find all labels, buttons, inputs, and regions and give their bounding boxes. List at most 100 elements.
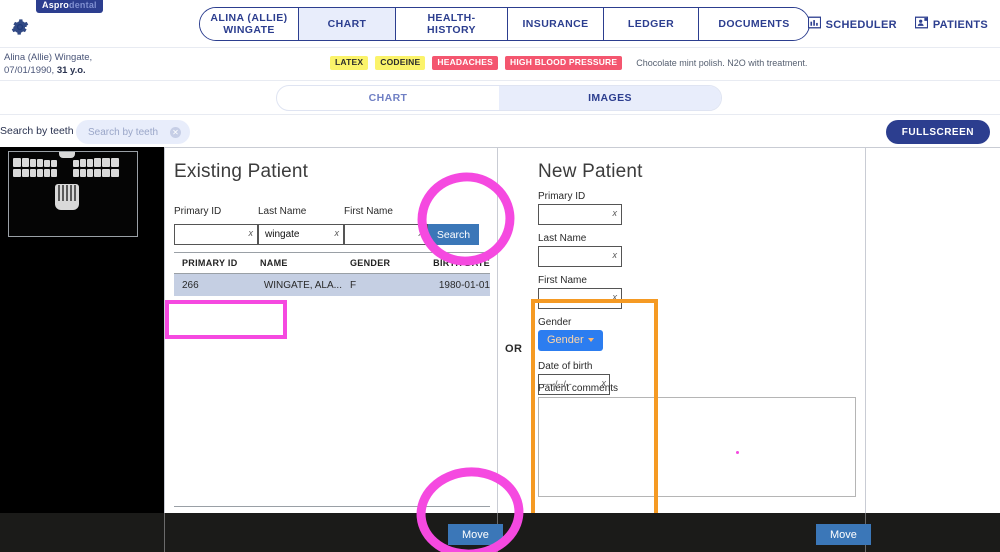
new-last-name-field-wrap[interactable]: x bbox=[538, 246, 622, 267]
tab-insurance[interactable]: INSURANCE bbox=[508, 8, 604, 40]
subtab-chart[interactable]: CHART bbox=[277, 86, 499, 110]
new-primary-id-group: Primary ID x bbox=[538, 191, 848, 225]
search-button[interactable]: Search bbox=[428, 224, 479, 245]
gender-group: Gender Gender bbox=[538, 317, 848, 351]
gender-dropdown-label: Gender bbox=[547, 334, 584, 346]
patient-age: 31 y.o. bbox=[56, 64, 86, 76]
patient-results-table: PRIMARY ID NAME GENDER BIRTH DATE 266 WI… bbox=[174, 252, 490, 296]
badge-headaches: HEADACHES bbox=[432, 56, 499, 70]
alert-badges: LATEX CODEINE HEADACHES HIGH BLOOD PRESS… bbox=[330, 56, 807, 70]
fullscreen-button[interactable]: FULLSCREEN bbox=[885, 120, 990, 144]
clear-icon[interactable]: x bbox=[613, 251, 618, 260]
scheduler-label: SCHEDULER bbox=[825, 19, 897, 31]
new-patient-title: New Patient bbox=[538, 161, 643, 182]
tab-chart[interactable]: CHART bbox=[299, 8, 396, 40]
clear-icon[interactable]: x bbox=[613, 293, 618, 302]
top-navigation-bar: Asprodental ALINA (ALLIE) WINGATE CHART … bbox=[0, 0, 1000, 48]
existing-panel-bottom-rule bbox=[174, 506, 490, 507]
first-name-field-wrap[interactable]: x bbox=[344, 224, 428, 245]
patient-dob: 07/01/1990, bbox=[4, 64, 57, 76]
or-divider-label: OR bbox=[505, 343, 523, 355]
new-last-name-group: Last Name x bbox=[538, 233, 848, 267]
existing-patient-section: Existing Patient Primary ID Last Name Fi… bbox=[174, 161, 490, 245]
gender-dropdown-button[interactable]: Gender bbox=[538, 330, 603, 351]
chevron-down-icon bbox=[587, 338, 594, 343]
primary-id-field-wrap[interactable]: x bbox=[174, 224, 258, 245]
top-right-actions: SCHEDULER PATIENTS bbox=[807, 16, 988, 34]
panel-divider-middle bbox=[497, 147, 498, 513]
column-birth-date: BIRTH DATE bbox=[433, 258, 490, 268]
logo-text-light: dental bbox=[69, 0, 97, 10]
xray-thumbnail[interactable] bbox=[8, 151, 138, 237]
column-primary-id: PRIMARY ID bbox=[182, 258, 238, 268]
patient-note: Chocolate mint polish. N2O with treatmen… bbox=[636, 57, 808, 68]
badge-codeine: CODEINE bbox=[375, 56, 426, 70]
new-last-name-label: Last Name bbox=[538, 233, 587, 244]
search-by-teeth-label: Search by teeth bbox=[0, 125, 74, 137]
subtab-divider bbox=[0, 114, 1000, 115]
primary-id-label: Primary ID bbox=[174, 206, 222, 217]
imaging-panel[interactable] bbox=[0, 147, 164, 513]
scheduler-button[interactable]: SCHEDULER bbox=[807, 16, 897, 34]
subtab-images[interactable]: IMAGES bbox=[499, 86, 721, 110]
cell-primary-id: 266 bbox=[182, 279, 199, 291]
tab-documents[interactable]: DOCUMENTS bbox=[699, 8, 809, 40]
bottom-divider-left bbox=[164, 513, 165, 552]
main-tab-bar: ALINA (ALLIE) WINGATE CHART HEALTH-HISTO… bbox=[199, 7, 810, 41]
tab-patient-name[interactable]: ALINA (ALLIE) WINGATE bbox=[200, 8, 299, 40]
table-row[interactable]: 266 WINGATE, ALA... F 1980-01-01 bbox=[174, 274, 490, 296]
tab-ledger[interactable]: LEDGER bbox=[604, 8, 699, 40]
search-input[interactable] bbox=[86, 120, 166, 144]
new-first-name-input[interactable] bbox=[543, 289, 605, 308]
last-name-field-wrap[interactable]: x bbox=[258, 224, 344, 245]
first-name-label: First Name bbox=[344, 206, 393, 217]
clear-icon[interactable]: ✕ bbox=[170, 127, 181, 138]
patient-name: Alina (Allie) Wingate, bbox=[4, 52, 93, 63]
column-name: NAME bbox=[260, 258, 288, 268]
calendar-icon bbox=[807, 16, 821, 34]
patient-comments-label: Patient comments bbox=[538, 383, 619, 394]
patient-identity: Alina (Allie) Wingate, 07/01/1990, 31 y.… bbox=[4, 52, 92, 78]
patients-button[interactable]: PATIENTS bbox=[914, 16, 988, 34]
new-primary-id-input[interactable] bbox=[543, 205, 605, 224]
main-content-area: Existing Patient Primary ID Last Name Fi… bbox=[0, 147, 1000, 552]
bottom-action-bar: Move Move bbox=[0, 513, 1000, 552]
patient-info-bar: Alina (Allie) Wingate, 07/01/1990, 31 y.… bbox=[0, 48, 1000, 81]
new-primary-id-field-wrap[interactable]: x bbox=[538, 204, 622, 225]
last-name-input[interactable] bbox=[263, 225, 327, 244]
clear-icon[interactable]: x bbox=[613, 209, 618, 218]
new-primary-id-label: Primary ID bbox=[538, 191, 586, 202]
clear-icon[interactable]: x bbox=[249, 229, 254, 238]
last-name-label: Last Name bbox=[258, 206, 307, 217]
existing-patient-title: Existing Patient bbox=[174, 161, 309, 182]
new-last-name-input[interactable] bbox=[543, 247, 605, 266]
logo-text-bold: Aspro bbox=[42, 0, 70, 10]
patients-label: PATIENTS bbox=[932, 19, 988, 31]
main-top-divider bbox=[164, 147, 1000, 148]
pink-annotation-box bbox=[165, 300, 287, 339]
primary-id-input[interactable] bbox=[179, 225, 241, 244]
move-button-left[interactable]: Move bbox=[448, 524, 503, 545]
badge-latex: LATEX bbox=[330, 56, 369, 70]
badge-high-blood-pressure: HIGH BLOOD PRESSURE bbox=[505, 56, 623, 70]
tab-health-history[interactable]: HEALTH-HISTORY bbox=[396, 8, 508, 40]
column-gender: GENDER bbox=[350, 258, 391, 268]
first-name-input[interactable] bbox=[349, 225, 411, 244]
new-first-name-field-wrap[interactable]: x bbox=[538, 288, 622, 309]
app-logo: Asprodental bbox=[36, 0, 103, 13]
move-button-right[interactable]: Move bbox=[816, 524, 871, 545]
new-patient-section: New Patient Primary ID x Last Name x Fir… bbox=[538, 161, 848, 395]
teeth-search-row: Search by teeth ✕ FULLSCREEN bbox=[0, 120, 1000, 146]
new-first-name-label: First Name bbox=[538, 275, 587, 286]
gender-label: Gender bbox=[538, 317, 572, 328]
patient-comments-textarea[interactable] bbox=[538, 397, 856, 497]
search-input-container[interactable]: ✕ bbox=[76, 120, 190, 144]
gear-icon[interactable] bbox=[10, 17, 30, 37]
cell-birth-date: 1980-01-01 bbox=[438, 279, 490, 291]
clear-icon[interactable]: x bbox=[419, 229, 424, 238]
pink-annotation-dot bbox=[736, 451, 739, 454]
panel-divider-left bbox=[164, 147, 165, 513]
clear-icon[interactable]: x bbox=[335, 229, 340, 238]
patient-comments-group: Patient comments bbox=[538, 383, 858, 502]
cell-gender: F bbox=[350, 279, 357, 291]
